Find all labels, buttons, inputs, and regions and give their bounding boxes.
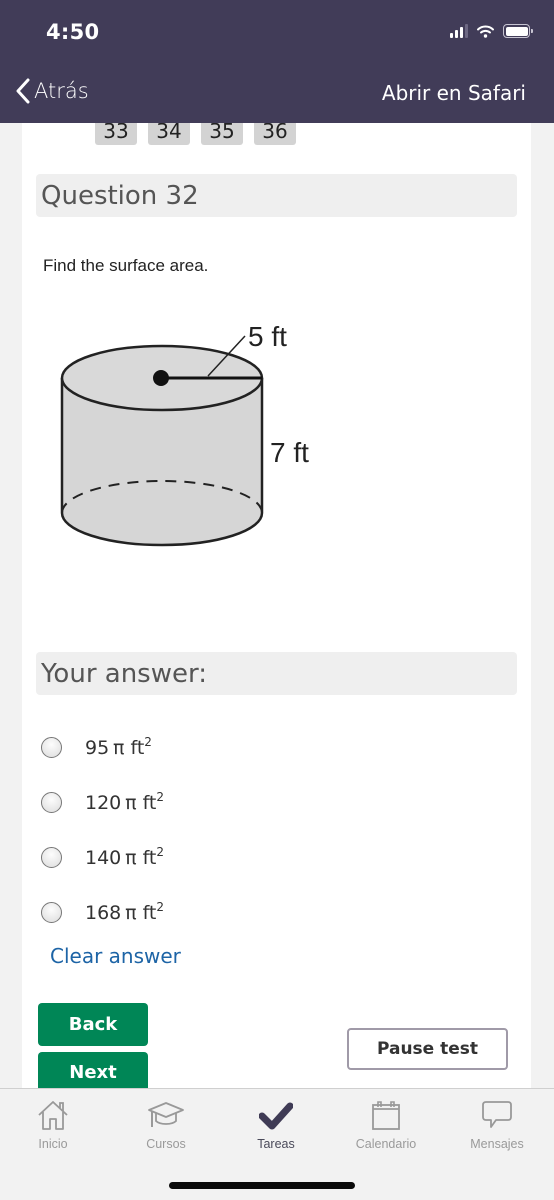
next-button[interactable]: Next (38, 1052, 148, 1088)
checkmark-icon (259, 1102, 293, 1130)
radius-label: 5 ft (248, 321, 287, 352)
radio-button[interactable] (41, 846, 62, 868)
pause-test-button[interactable]: Pause test (347, 1028, 508, 1070)
clear-answer-link[interactable]: Clear answer (50, 944, 181, 968)
tab-label: Mensajes (470, 1137, 524, 1151)
height-label: 7 ft (270, 437, 309, 468)
question-title: Question 32 (36, 174, 517, 217)
tab-label: Inicio (38, 1137, 68, 1151)
answer-option[interactable]: 140 π ft2 (41, 845, 164, 869)
radio-button[interactable] (41, 901, 62, 923)
question-prompt: Find the surface area. (43, 256, 209, 275)
answer-option[interactable]: 120 π ft2 (41, 790, 164, 814)
back-nav-button[interactable]: Atrás (16, 78, 89, 104)
home-indicator[interactable] (169, 1182, 355, 1189)
tab-label: Cursos (146, 1137, 186, 1151)
option-label: 168 π ft2 (85, 900, 165, 924)
status-time: 4:50 (46, 20, 100, 44)
radio-button[interactable] (41, 791, 62, 813)
status-icons (450, 24, 533, 38)
open-in-safari-link[interactable]: Abrir en Safari (382, 81, 526, 105)
tab-label: Calendario (355, 1137, 417, 1151)
option-label: 140 π ft2 (85, 845, 165, 869)
option-label: 120 π ft2 (85, 790, 165, 814)
message-bubble-icon (482, 1101, 512, 1128)
radio-button[interactable] (41, 736, 62, 758)
answer-option[interactable]: 95 π ft2 (41, 735, 152, 759)
wifi-icon (477, 25, 494, 38)
graduation-cap-icon (148, 1102, 184, 1127)
top-bar: 4:50 Atrás Abrir en Safari (0, 0, 554, 123)
cellular-signal-icon (450, 24, 468, 38)
tab-mensajes[interactable]: Mensajes (452, 1097, 542, 1151)
tab-cursos[interactable]: Cursos (121, 1097, 211, 1151)
tab-inicio[interactable]: Inicio (8, 1097, 98, 1151)
tab-tareas[interactable]: Tareas (231, 1097, 321, 1151)
question-card (22, 100, 531, 1090)
tab-calendario[interactable]: Calendario (341, 1097, 431, 1151)
chevron-left-icon (16, 78, 30, 104)
cylinder-figure: 5 ft 7 ft (60, 321, 309, 547)
option-label: 95 π ft2 (85, 735, 152, 759)
tab-label: Tareas (257, 1137, 295, 1151)
calendar-icon (372, 1101, 400, 1130)
your-answer-heading: Your answer: (36, 652, 517, 695)
answer-option[interactable]: 168 π ft2 (41, 900, 164, 924)
back-nav-label: Atrás (34, 79, 89, 103)
home-icon (38, 1101, 68, 1130)
back-button[interactable]: Back (38, 1003, 148, 1046)
battery-icon (503, 24, 533, 38)
